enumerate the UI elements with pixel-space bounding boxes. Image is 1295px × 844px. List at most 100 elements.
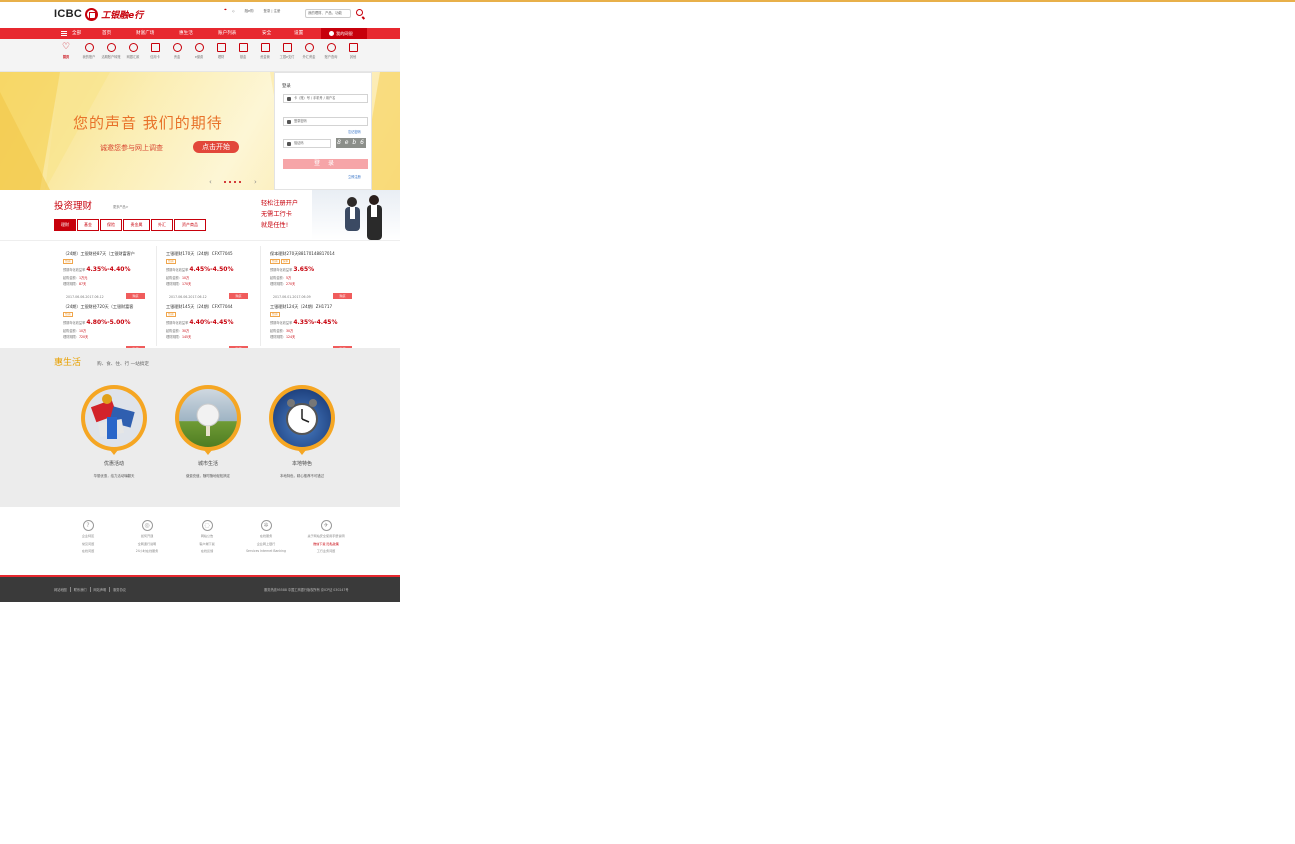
service-link[interactable]: 关于网站安全使用手册说明 xyxy=(296,533,356,541)
location-pin-icon[interactable]: ⌖ xyxy=(224,8,228,13)
service-link[interactable]: 网站公告 xyxy=(177,533,237,541)
header-link-login[interactable]: 登录 | 注册 xyxy=(263,8,280,13)
login-button[interactable]: 登 录 xyxy=(283,159,368,169)
target-icon[interactable]: ◎ xyxy=(141,520,153,531)
people-illustration xyxy=(345,195,382,240)
search-icon[interactable] xyxy=(356,9,363,16)
product-card[interactable]: （24期）工银财经720天（工银财富客 热销 预期年化收益率 4.80%-5.0… xyxy=(63,304,159,354)
service-link[interactable]: 客户端下载 xyxy=(177,541,237,549)
logo[interactable]: ICBC 工银融e行 xyxy=(54,7,143,21)
quick-item-label: 外汇黄金 xyxy=(302,55,316,59)
tab-forex[interactable]: 外汇 xyxy=(151,219,173,231)
product-card[interactable]: 保本理财270天88170148817014 热销 保本 预期年化收益率 3.65… xyxy=(270,251,366,301)
service-link[interactable]: 企业网上银行 xyxy=(236,541,296,549)
nav-wealth[interactable]: 财富广场 xyxy=(136,30,154,36)
quick-item-forex[interactable]: 外汇黄金 xyxy=(299,43,319,59)
captcha-field[interactable]: 验证码 xyxy=(283,139,331,148)
banner-pagination[interactable] xyxy=(224,181,241,183)
quick-item-label: 信用卡 xyxy=(150,55,160,59)
username-field[interactable]: 卡（账）号 / 手机号 / 用户名 xyxy=(283,94,368,103)
product-name: 保本理财270天88170148817014 xyxy=(270,251,335,256)
life-item-promotions[interactable]: 优惠活动 华丽优惠，给力活动嗨翻天 xyxy=(81,385,147,478)
service-link[interactable]: Services Internet Banking xyxy=(236,548,296,556)
quick-item-remit[interactable]: 网银汇款 xyxy=(123,43,143,59)
nav-home[interactable]: 首页 xyxy=(102,30,111,36)
quick-item-gold[interactable]: 贵金 xyxy=(167,43,187,59)
quick-item-transfer[interactable]: 活期账户转账 xyxy=(101,43,121,59)
service-link[interactable]: 在线问题 xyxy=(58,548,118,556)
product-name: 工银理财170天（24期）CFXT7045 xyxy=(166,251,233,256)
buy-button[interactable]: 购买 xyxy=(333,293,352,299)
banner-cta-button[interactable]: 点击开始 xyxy=(193,141,239,153)
user-icon xyxy=(329,31,334,36)
life-item-local[interactable]: 本地特色 本地特色，精心推荐不可错过 xyxy=(269,385,335,478)
banner-prev-icon[interactable]: ‹ xyxy=(209,178,212,186)
tab-precious-metal[interactable]: 贵金属 xyxy=(123,219,150,231)
footer-link-contact[interactable]: 联系我们 xyxy=(69,587,87,592)
product-card[interactable]: （24期）工银财经87天（工银财富客户 热销 预期年化收益率 4.35%-4.4… xyxy=(63,251,159,301)
footer-link-sitemap[interactable]: 网站地图 xyxy=(54,587,67,592)
banner-next-icon[interactable]: › xyxy=(254,178,257,186)
quick-item-asset[interactable]: 资金管 xyxy=(255,43,275,59)
product-card[interactable]: 工银理财145天（24期）CFXT7044 热销 预期年化收益率 4.40%-4… xyxy=(166,304,262,354)
service-link[interactable]: 在线反馈 xyxy=(177,548,237,556)
nav-settings[interactable]: 设置 xyxy=(294,30,303,36)
quick-item-epay[interactable]: 工银e支付 xyxy=(277,43,297,59)
tab-asset-goods[interactable]: 资产商品 xyxy=(174,219,206,231)
product-min: 1万元 xyxy=(78,275,88,280)
quick-item-credit-card[interactable]: 信用卡 xyxy=(145,43,165,59)
quick-item-pay[interactable]: e缴费 xyxy=(189,43,209,59)
life-item-city[interactable]: 城市生活 缴费充值，随时随地轻松搞定 xyxy=(175,385,241,478)
password-field[interactable]: 登录密码 xyxy=(283,117,368,126)
register-promo[interactable]: 轻松注册开户 无需工行卡 就是任性! xyxy=(261,198,298,231)
captcha-placeholder: 验证码 xyxy=(294,141,304,145)
menu-icon[interactable] xyxy=(61,31,67,36)
nav-security[interactable]: 安全 xyxy=(262,30,271,36)
icbc-homepage: ICBC 工银融e行 ⌖ ◇ 融e购 登录 | 注册 我的理财、产品、功能 全部… xyxy=(0,2,400,602)
forgot-password-link[interactable]: 忘记密码 xyxy=(348,129,361,134)
service-link[interactable]: 如何开通 xyxy=(117,533,177,541)
header-link-shop[interactable]: 融e购 xyxy=(245,8,254,13)
privacy-link[interactable]: 微信下载 隐私政策 xyxy=(296,541,356,549)
service-link[interactable]: 在线服务 xyxy=(236,533,296,541)
quick-item-account[interactable]: 我的账户 xyxy=(79,43,99,59)
service-link[interactable]: 24小时在线服务 xyxy=(117,548,177,556)
service-link[interactable]: 全网通行说明 xyxy=(117,541,177,549)
product-list: （24期）工银财经87天（工银财富客户 热销 预期年化收益率 4.35%-4.4… xyxy=(0,240,400,352)
product-name: 工银理财145天（24期）CFXT7044 xyxy=(166,304,233,309)
buy-button[interactable]: 购买 xyxy=(126,293,145,299)
quick-item-home[interactable]: ♡ 首页 xyxy=(56,43,76,60)
plane-icon[interactable]: ✈ xyxy=(320,520,332,531)
asset-icon xyxy=(260,43,270,52)
more-products-link[interactable]: 更多产品> xyxy=(113,204,128,209)
quick-item-other[interactable]: 其他 xyxy=(343,43,363,59)
buy-button[interactable]: 购买 xyxy=(229,293,248,299)
register-link[interactable]: 立即注册 xyxy=(348,174,361,179)
quick-item-finance[interactable]: 理财 xyxy=(211,43,231,59)
asterisk-icon[interactable]: ✲ xyxy=(260,520,272,531)
service-help: ? 企业特区 常见问题 在线问题 xyxy=(58,520,118,556)
quick-item-query[interactable]: 账户查询 xyxy=(321,43,341,59)
my-ebank-button[interactable]: 我的网银 xyxy=(321,28,367,39)
captcha-image[interactable]: 8 e b 6 xyxy=(336,138,366,148)
tab-insurance[interactable]: 保险 xyxy=(100,219,122,231)
product-card[interactable]: 工银理财170天（24期）CFXT7045 热销 预期年化收益率 4.45%-4… xyxy=(166,251,262,301)
service-link[interactable]: 企业特区 xyxy=(58,533,118,541)
quick-item-fund[interactable]: 基金 xyxy=(233,43,253,59)
lang-selector[interactable]: ◇ xyxy=(232,9,235,13)
service-link[interactable]: 常见问题 xyxy=(58,541,118,549)
nav-life[interactable]: 惠生活 xyxy=(179,30,193,36)
product-tag: 热销 xyxy=(63,259,73,264)
product-card[interactable]: 工银理财124天（24期）ZH1717 热销 预期年化收益率 4.35%-4.4… xyxy=(270,304,366,354)
footer-link-agreement[interactable]: 服务协议 xyxy=(109,587,126,592)
search-input[interactable]: 我的理财、产品、功能 xyxy=(305,9,351,18)
header: ICBC 工银融e行 ⌖ ◇ 融e购 登录 | 注册 我的理财、产品、功能 xyxy=(0,2,400,28)
tab-wealth[interactable]: 理财 xyxy=(54,219,76,231)
footer-link-statement[interactable]: 网站声明 xyxy=(89,587,106,592)
chat-icon[interactable]: ◌ xyxy=(201,520,213,531)
question-icon[interactable]: ? xyxy=(82,520,94,531)
service-link[interactable]: 工行业务问题 xyxy=(296,548,356,556)
tab-fund[interactable]: 基金 xyxy=(77,219,99,231)
nav-accounts[interactable]: 账户列表 xyxy=(218,30,236,36)
nav-all[interactable]: 全部 xyxy=(72,30,81,36)
